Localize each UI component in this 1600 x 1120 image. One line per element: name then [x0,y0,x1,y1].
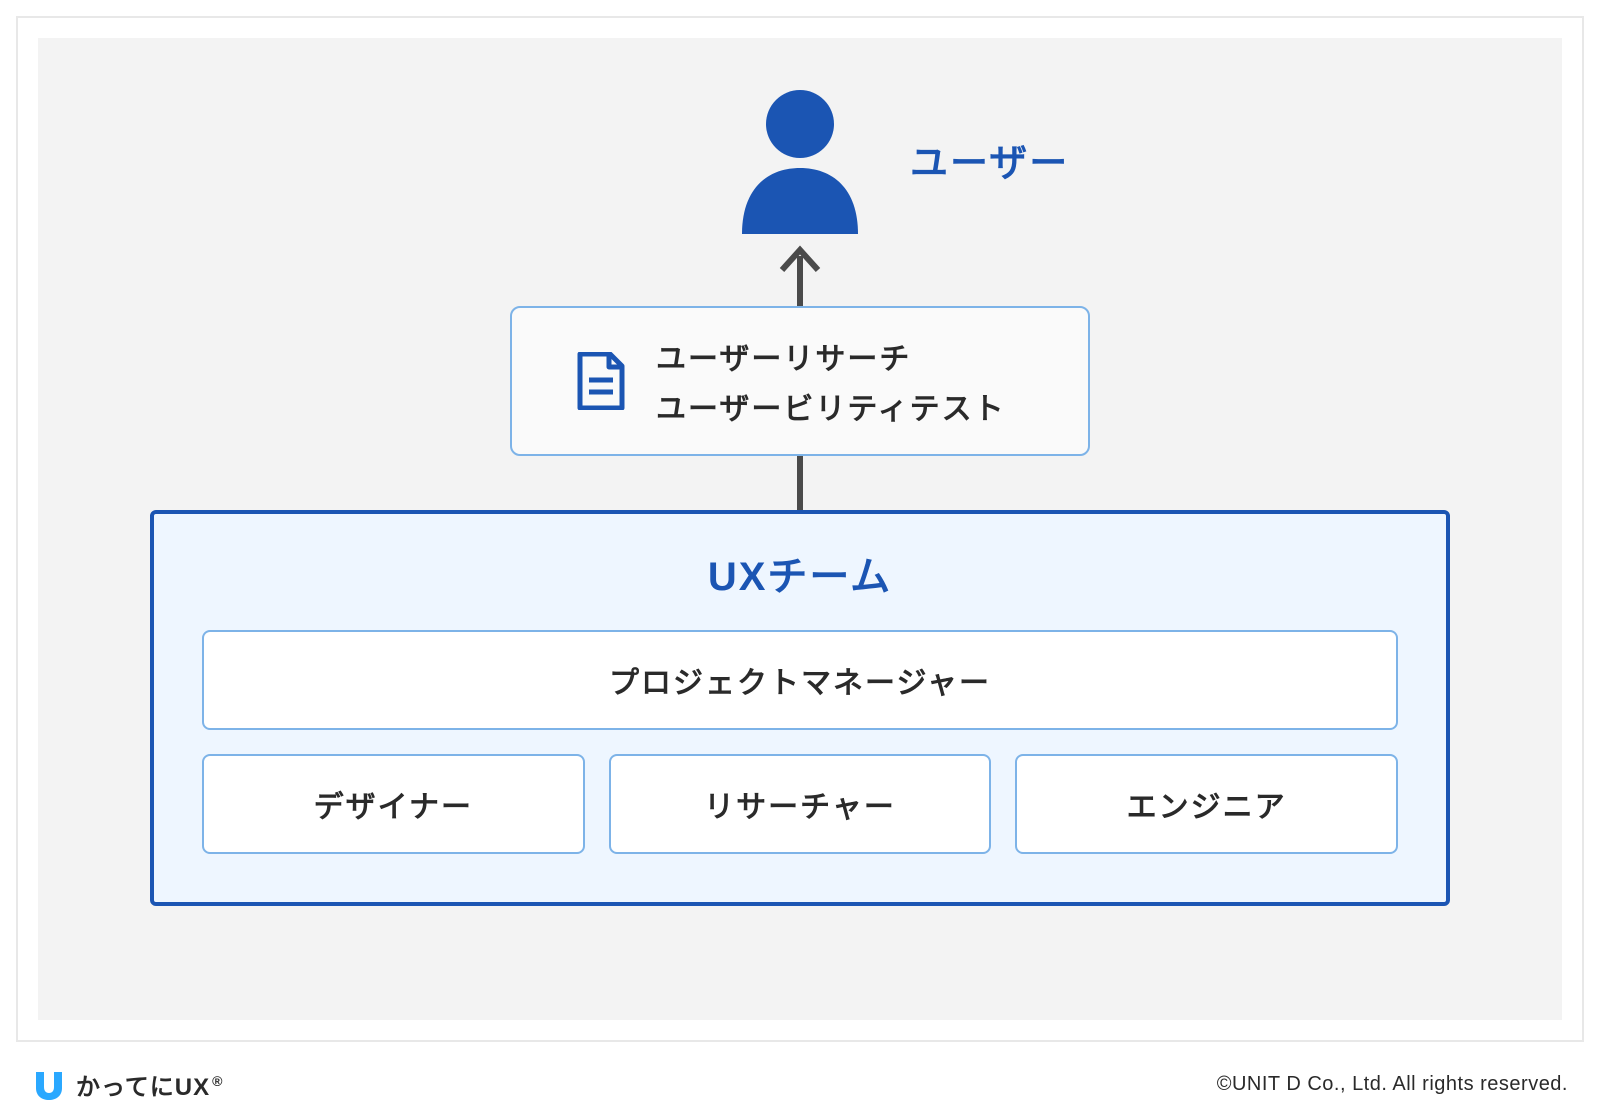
user-block: ユーザー [38,84,1562,234]
brand-text: かってにUX® [76,1067,223,1102]
document-icon [576,352,626,410]
brand-registered-mark: ® [212,1073,223,1089]
copyright: ©UNIT D Co., Ltd. All rights reserved. [1217,1073,1568,1096]
ux-team-box: UXチーム プロジェクトマネージャー デザイナー リサーチャー エンジニア [150,510,1450,906]
diagram-outer-frame: ユーザー ユーザーリサーチ ユーザービリティテスト UXチーム プロジェクトマネ… [16,16,1584,1042]
research-text: ユーザーリサーチ ユーザービリティテスト [656,334,1006,428]
diagram-inner-frame: ユーザー ユーザーリサーチ ユーザービリティテスト UXチーム プロジェクトマネ… [38,38,1562,1020]
role-engineer: エンジニア [1015,754,1398,854]
role-researcher: リサーチャー [609,754,992,854]
brand-name: かってにUX [76,1074,210,1101]
arrow-up-icon [770,240,830,308]
footer: かってにUX® ©UNIT D Co., Ltd. All rights res… [32,1067,1568,1102]
research-box: ユーザーリサーチ ユーザービリティテスト [510,306,1090,456]
role-designer: デザイナー [202,754,585,854]
user-label: ユーザー [910,132,1069,187]
user-icon [730,84,870,234]
role-row: デザイナー リサーチャー エンジニア [202,754,1398,854]
role-project-manager: プロジェクトマネージャー [202,630,1398,730]
ux-team-title: UXチーム [708,544,892,602]
brand: かってにUX® [32,1067,223,1102]
connector-line [795,456,805,512]
research-line-1: ユーザーリサーチ [656,334,1006,378]
research-line-2: ユーザービリティテスト [656,384,1006,428]
brand-logo-icon [32,1068,66,1102]
